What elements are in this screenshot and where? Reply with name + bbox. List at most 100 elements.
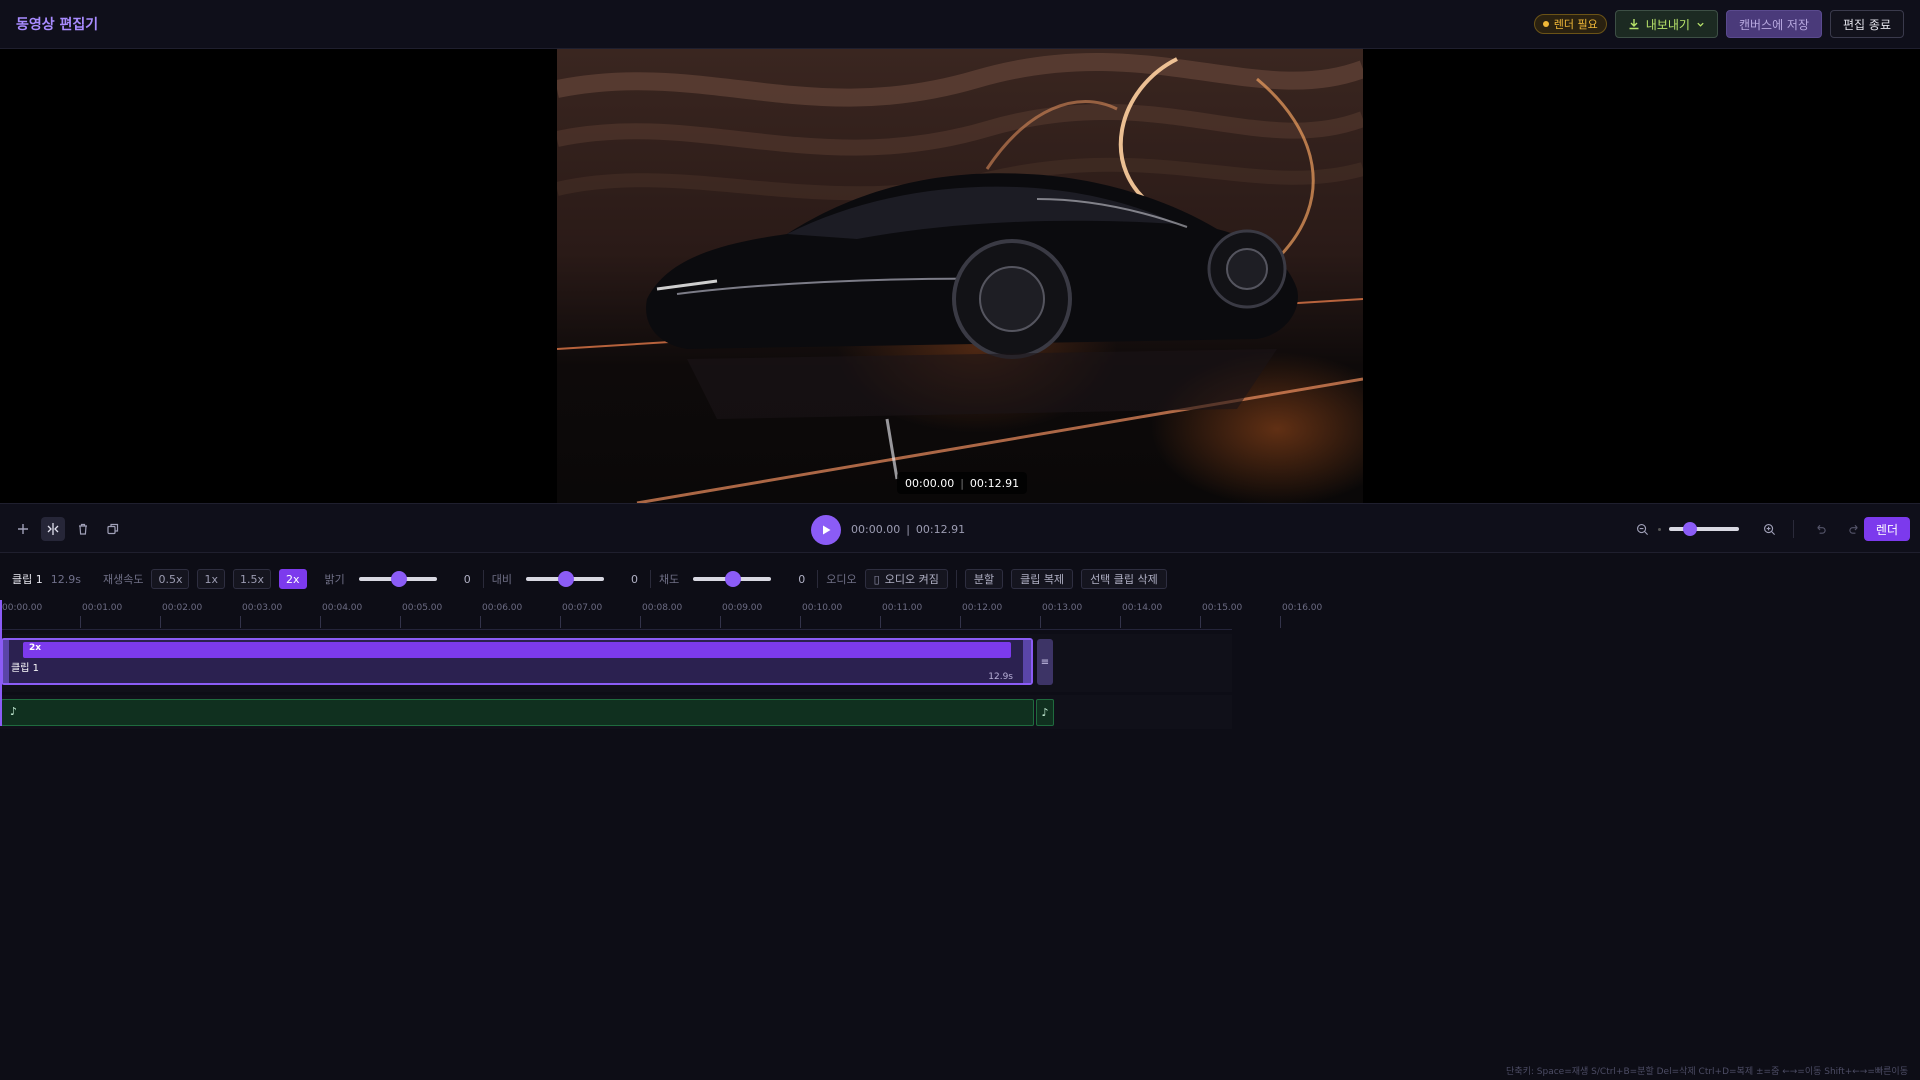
ruler-tick-line [1200, 616, 1201, 628]
brightness-label: 밝기 [324, 573, 345, 586]
audio-end-segment[interactable]: ♪ [1036, 699, 1054, 726]
prop-separator [650, 570, 652, 588]
shortcut-hints: 단축키: Space=재생 S/Ctrl+B=분할 Del=삭제 Ctrl+D=… [1506, 1067, 1908, 1077]
ruler-tick-label: 00:11.00 [882, 603, 923, 613]
transport-total-time: 00:12.91 [915, 523, 966, 536]
ruler-tick-label: 00:14.00 [1122, 603, 1163, 613]
play-button[interactable] [811, 515, 841, 545]
redo-icon [1848, 524, 1858, 534]
undo-icon [1816, 524, 1826, 534]
ruler-tick-label: 00:15.00 [1202, 603, 1243, 613]
redo-button[interactable] [1844, 521, 1864, 537]
transport-time: 00:00.00 | 00:12.91 [851, 523, 965, 536]
saturation-label: 채도 [659, 573, 680, 586]
audio-clip[interactable]: ♪ [1, 699, 1034, 726]
contrast-knob[interactable] [558, 571, 575, 587]
delete-clip-button[interactable] [71, 517, 95, 541]
ruler-tick-label: 00:04.00 [322, 603, 363, 613]
ruler-tick-label: 00:16.00 [1282, 603, 1323, 613]
top-bar: 동영상 편집기 렌더 필요 내보내기 캔버스에 저장 편집 종료 [0, 0, 1920, 49]
copy-icon [107, 523, 119, 535]
render-needed-label: 렌더 필요 [1553, 18, 1598, 31]
download-icon [1629, 19, 1639, 30]
drag-handle-icon: ≡ [1040, 656, 1050, 668]
ruler-tick-line [1040, 616, 1041, 628]
clip-trim-handle-right[interactable] [1023, 640, 1031, 683]
contrast-slider[interactable] [526, 571, 605, 587]
timeline-ruler[interactable]: 00:00.00 00:01.00 00:02.00 00:03.00 00:04.00… [0, 600, 1322, 630]
split-button[interactable]: 분할 [964, 569, 1004, 589]
preview-time-overlay: 00:00.00 | 00:12.91 [897, 472, 1028, 494]
zoom-controls [1634, 517, 1864, 541]
trash-icon [79, 523, 87, 535]
zoom-min-dot [1658, 527, 1661, 531]
ruler-tick-line [1280, 616, 1281, 628]
video-frame[interactable] [557, 49, 1363, 503]
brightness-slider[interactable] [358, 571, 437, 587]
ruler-tick-label: 00:13.00 [1042, 603, 1083, 613]
video-preview: 00:00.00 | 00:12.91 [0, 49, 1920, 503]
render-button[interactable]: 렌더 [1863, 517, 1910, 541]
preview-total-time: 00:12.91 [969, 476, 1020, 490]
ruler-tick-line [1120, 616, 1121, 628]
transport-separator: | [906, 523, 910, 536]
undo-button[interactable] [1810, 521, 1830, 537]
prop-separator [482, 570, 484, 588]
saturation-knob[interactable] [725, 571, 742, 587]
contrast-label: 대비 [491, 573, 513, 586]
ruler-tick-label: 00:03.00 [242, 603, 283, 613]
split-tool-button[interactable] [41, 517, 65, 541]
export-label: 내보내기 [1645, 17, 1690, 32]
speed-option-1x[interactable]: 1x [197, 569, 225, 589]
transport-current-time: 00:00.00 [851, 523, 901, 536]
duplicate-clip-button[interactable] [101, 517, 125, 541]
clip-end-handle[interactable]: ≡ [1037, 639, 1053, 685]
prop-separator [817, 570, 819, 588]
ruler-tick-line [960, 616, 961, 628]
header-actions: 렌더 필요 내보내기 캔버스에 저장 편집 종료 [1533, 10, 1904, 38]
ruler-tick-line [400, 616, 401, 628]
music-note-icon: ♪ [10, 705, 18, 718]
selected-clip-duration: 12.9s [50, 572, 81, 586]
clip-properties-bar: 클립 1 12.9s 재생속도 0.5x 1x 1.5x 2x 밝기 0 대비 … [0, 554, 1920, 604]
zoom-out-button[interactable] [1634, 521, 1650, 537]
ruler-tick-line [480, 616, 481, 628]
saturation-value: 0 [798, 572, 806, 586]
audio-toggle-button[interactable]: ▯ 오디오 켜짐 [864, 569, 948, 589]
ruler-tick-line [880, 616, 881, 628]
clip-trim-handle-left[interactable] [3, 640, 9, 683]
clip-title: 클립 1 [11, 663, 39, 674]
export-button[interactable]: 내보내기 [1614, 10, 1718, 38]
speed-option-1-5x[interactable]: 1.5x [233, 569, 272, 589]
playhead[interactable] [0, 600, 2, 726]
duplicate-clip-action[interactable]: 클립 복제 [1011, 569, 1074, 589]
ruler-tick-label: 00:01.00 [82, 603, 123, 613]
zoom-in-button[interactable] [1761, 521, 1777, 537]
ruler-tick-line [160, 616, 161, 628]
ruler-tick-label: 00:12.00 [962, 603, 1003, 613]
prop-separator [955, 570, 957, 588]
ruler-tick-label: 00:08.00 [642, 603, 683, 613]
clip-speed-bar [23, 642, 1011, 658]
speed-option-2x[interactable]: 2x [279, 569, 307, 589]
ruler-tick-line [720, 616, 721, 628]
ruler-tick-label: 00:07.00 [562, 603, 603, 613]
zoom-out-icon [1636, 523, 1648, 535]
add-clip-button[interactable] [11, 517, 35, 541]
video-clip[interactable]: 2x 클립 1 12.9s [1, 638, 1033, 685]
contrast-value: 0 [631, 572, 639, 586]
zoom-slider[interactable] [1669, 522, 1739, 536]
split-icon [47, 523, 59, 535]
delete-selected-clip-button[interactable]: 선택 클립 삭제 [1081, 569, 1167, 589]
clip-duration-label: 12.9s [988, 672, 1013, 682]
save-to-canvas-button[interactable]: 캔버스에 저장 [1725, 10, 1823, 38]
ruler-tick-line [320, 616, 321, 628]
speed-option-0-5x[interactable]: 0.5x [151, 569, 190, 589]
exit-edit-button[interactable]: 편집 종료 [1830, 10, 1904, 38]
ruler-tick-line [640, 616, 641, 628]
saturation-slider[interactable] [693, 571, 772, 587]
ruler-tick-label: 00:00.00 [2, 603, 43, 613]
brightness-knob[interactable] [390, 571, 407, 587]
zoom-slider-knob[interactable] [1683, 522, 1697, 536]
ruler-tick-label: 00:10.00 [802, 603, 843, 613]
